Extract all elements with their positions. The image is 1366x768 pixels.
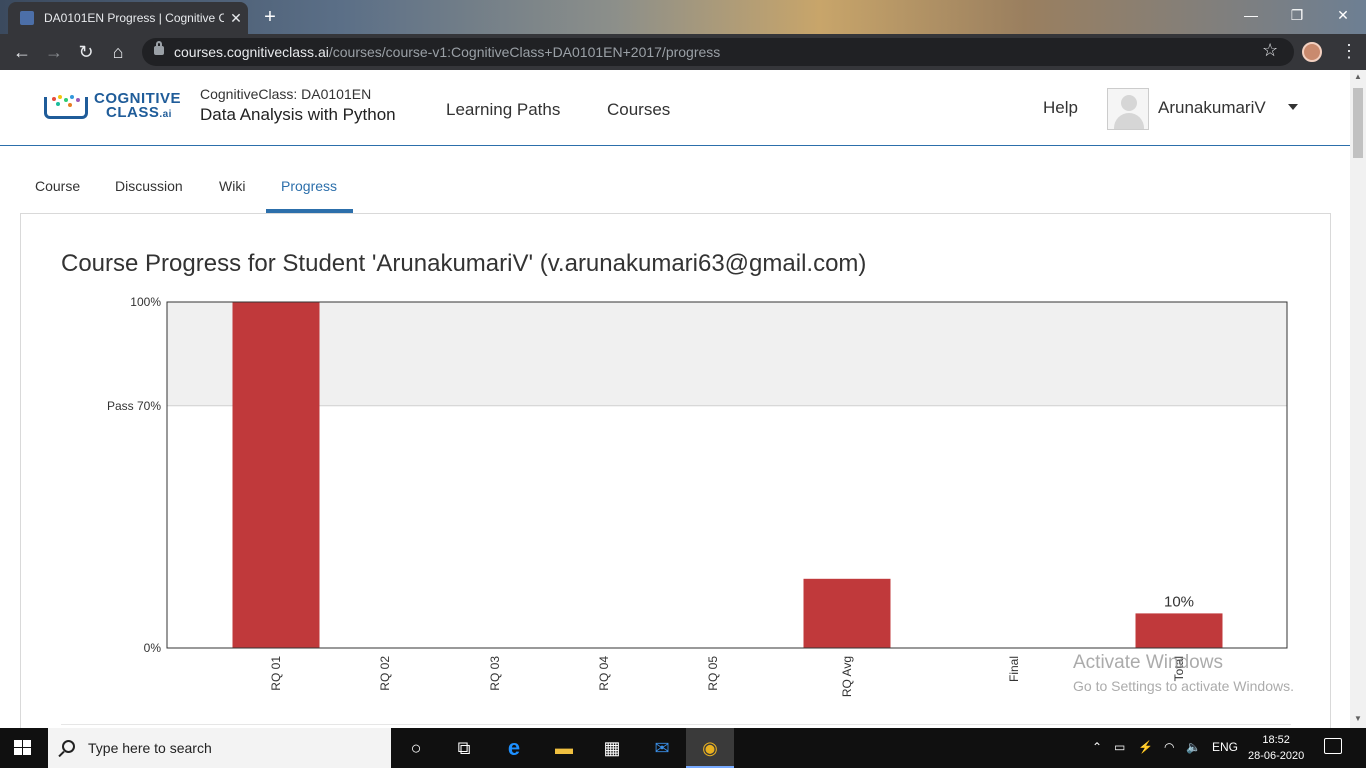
logo-text-line2: CLASS: [106, 104, 160, 121]
network-icon[interactable]: ⚡: [1138, 740, 1153, 754]
tab-course[interactable]: Course: [35, 178, 80, 194]
scroll-down-icon[interactable]: ▼: [1350, 714, 1366, 723]
bar-rq-01: [232, 302, 320, 648]
store-icon[interactable]: ▦: [588, 728, 636, 768]
close-window-button[interactable]: ✕: [1320, 4, 1366, 26]
browser-toolbar: ← → ↻ ⌂ courses.cognitiveclass.ai/course…: [0, 34, 1366, 70]
user-menu-caret-icon[interactable]: [1288, 104, 1298, 110]
x-tick-label: RQ 05: [706, 656, 720, 691]
url-path: /courses/course-v1:CognitiveClass+DA0101…: [328, 44, 721, 60]
clock-date: 28-06-2020: [1248, 750, 1305, 762]
forward-arrow-icon[interactable]: →: [42, 40, 66, 64]
watermark-line2: Go to Settings to activate Windows.: [1073, 678, 1294, 694]
activate-windows-watermark: Activate Windows Go to Settings to activ…: [1073, 652, 1294, 694]
system-clock[interactable]: 18:52 28-06-2020: [1248, 732, 1304, 764]
battery-icon[interactable]: ▭: [1114, 740, 1125, 754]
cognitive-class-logo[interactable]: COGNITIVE CLASS.ai: [42, 91, 181, 122]
wifi-icon[interactable]: ◠: [1164, 740, 1174, 754]
bar-total: [1135, 613, 1223, 648]
y-tick-label: 100%: [130, 295, 161, 309]
address-bar[interactable]: courses.cognitiveclass.ai/courses/course…: [142, 38, 1294, 66]
taskbar-search-input[interactable]: Type here to search: [48, 728, 391, 768]
x-tick-label: Final: [1007, 656, 1021, 682]
progress-chart: RQ 01 RQ 02 RQ 03 RQ 04 RQ 05 RQ Avg Final Tota…: [107, 295, 1288, 697]
home-icon[interactable]: ⌂: [106, 40, 130, 64]
minimize-button[interactable]: —: [1228, 4, 1274, 26]
scroll-thumb[interactable]: [1353, 88, 1363, 158]
course-name: Data Analysis with Python: [200, 105, 396, 124]
progress-panel: Course Progress for Student 'Arunakumari…: [20, 213, 1331, 728]
browser-menu-icon[interactable]: ⋮: [1340, 38, 1358, 64]
x-tick-label: RQ 03: [488, 656, 502, 691]
notification-center-icon[interactable]: [1324, 738, 1342, 754]
username[interactable]: ArunakumariV: [1158, 98, 1266, 118]
tab-discussion[interactable]: Discussion: [115, 178, 183, 194]
x-tick-label: RQ 04: [597, 656, 611, 691]
course-org: CognitiveClass: DA0101EN: [200, 86, 372, 102]
windows-start-icon[interactable]: [14, 740, 32, 756]
x-tick-label: RQ Avg: [840, 656, 854, 697]
chrome-icon[interactable]: ◉: [686, 728, 734, 768]
show-hidden-icons[interactable]: ⌃: [1092, 740, 1102, 754]
tab-progress[interactable]: Progress: [281, 178, 337, 194]
tab-title: DA0101EN Progress | Cognitive C: [44, 11, 224, 25]
maximize-button[interactable]: ❐: [1274, 4, 1320, 26]
cortana-icon[interactable]: ○: [392, 728, 440, 768]
y-tick-label: Pass 70%: [107, 399, 161, 413]
language-indicator[interactable]: ENG: [1212, 740, 1238, 754]
windows-taskbar: Type here to search ○ ⧉ e ▬ ▦ ✉ ◉ ⌃ ▭ ⚡ …: [0, 728, 1366, 768]
taskbar-search-placeholder: Type here to search: [88, 740, 212, 756]
volume-icon[interactable]: 🔈: [1186, 740, 1201, 754]
clock-time: 18:52: [1262, 734, 1290, 746]
profile-avatar[interactable]: [1302, 42, 1322, 62]
tab-close-icon[interactable]: ✕: [224, 10, 248, 27]
new-tab-button[interactable]: +: [258, 5, 282, 29]
nav-learning-paths[interactable]: Learning Paths: [446, 100, 560, 120]
search-icon: [62, 740, 75, 753]
logo-text-ai: .ai: [159, 109, 172, 120]
user-avatar[interactable]: [1107, 88, 1149, 130]
tab-wiki[interactable]: Wiki: [219, 178, 245, 194]
browser-titlebar: DA0101EN Progress | Cognitive C ✕ + — ❐ …: [0, 0, 1366, 34]
reload-icon[interactable]: ↻: [74, 40, 98, 64]
bar-rq-avg: [803, 578, 891, 648]
nav-courses[interactable]: Courses: [607, 100, 670, 120]
task-view-icon[interactable]: ⧉: [440, 728, 488, 768]
help-link[interactable]: Help: [1043, 98, 1078, 118]
page-scrollbar[interactable]: ▲ ▼: [1350, 70, 1366, 728]
file-explorer-icon[interactable]: ▬: [540, 728, 588, 768]
page-viewport: COGNITIVE CLASS.ai CognitiveClass: DA010…: [0, 70, 1350, 728]
y-tick-label: 0%: [144, 641, 162, 655]
logo-mark-icon: [42, 93, 90, 121]
url-host: courses.cognitiveclass.ai: [174, 44, 329, 60]
watermark-line1: Activate Windows: [1073, 652, 1223, 673]
scroll-up-icon[interactable]: ▲: [1350, 72, 1366, 81]
x-tick-label: RQ 02: [378, 656, 392, 691]
bookmark-star-icon[interactable]: ☆: [1262, 40, 1278, 61]
mail-icon[interactable]: ✉: [638, 728, 686, 768]
pass-band: [167, 302, 1287, 406]
divider: [61, 724, 1291, 725]
edge-browser-icon[interactable]: e: [490, 728, 538, 768]
lock-icon: [154, 41, 164, 55]
site-favicon-icon: [20, 11, 34, 25]
back-arrow-icon[interactable]: ←: [10, 40, 34, 64]
x-tick-label: RQ 01: [269, 656, 283, 691]
data-label: 10%: [1164, 593, 1194, 610]
browser-tab[interactable]: DA0101EN Progress | Cognitive C ✕: [8, 2, 248, 34]
site-header: COGNITIVE CLASS.ai CognitiveClass: DA010…: [0, 70, 1350, 146]
